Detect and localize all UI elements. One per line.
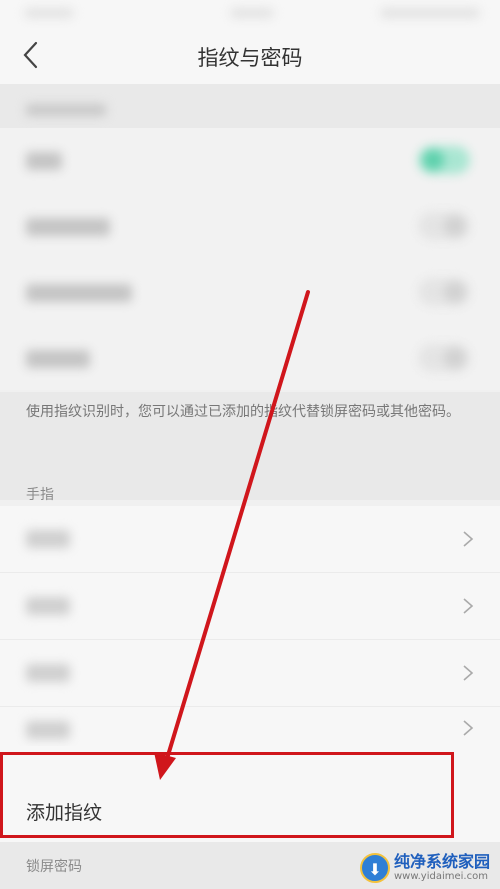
watermark-title: 纯净系统家园 (393, 852, 490, 871)
status-time (24, 8, 74, 18)
annotation-highlight-box (0, 752, 454, 838)
watermark: ⬇ 纯净系统家园 www.yidaimei.com (359, 852, 490, 883)
description-text: 使用指纹识别时，您可以通过已添加的指纹代替锁屏密码或其他密码。 (26, 404, 460, 420)
settings-row-4[interactable] (0, 326, 500, 392)
toggle-switch[interactable] (418, 344, 470, 372)
fingers-list (0, 506, 500, 746)
finger-row-3[interactable] (0, 640, 500, 707)
chevron-right-icon (463, 598, 474, 614)
toggle-switch[interactable] (418, 278, 470, 306)
status-center (230, 8, 274, 18)
watermark-url: www.yidaimei.com (393, 871, 488, 882)
lock-section-label: 锁屏密码 (26, 859, 82, 875)
settings-row-2[interactable] (0, 194, 500, 260)
section-header-blurred (0, 84, 500, 130)
finger-row-4[interactable] (0, 707, 500, 747)
status-icons (380, 8, 480, 18)
chevron-right-icon (463, 720, 474, 736)
house-logo-icon: ⬇ (359, 853, 390, 883)
page-title: 指纹与密码 (197, 46, 303, 70)
settings-row-unlock[interactable] (0, 128, 500, 194)
settings-row-3[interactable] (0, 260, 500, 326)
finger-row-1[interactable] (0, 506, 500, 573)
toggle-switch[interactable] (418, 212, 470, 240)
chevron-right-icon (463, 665, 474, 681)
app-header: 指纹与密码 (0, 28, 500, 85)
finger-row-2[interactable] (0, 573, 500, 640)
chevron-right-icon (463, 531, 474, 547)
description-block: 使用指纹识别时，您可以通过已添加的指纹代替锁屏密码或其他密码。 手指 (0, 392, 500, 503)
settings-list (0, 128, 500, 390)
status-bar (0, 0, 500, 28)
fingers-section-label: 手指 (26, 487, 54, 503)
toggle-switch[interactable] (418, 146, 470, 174)
